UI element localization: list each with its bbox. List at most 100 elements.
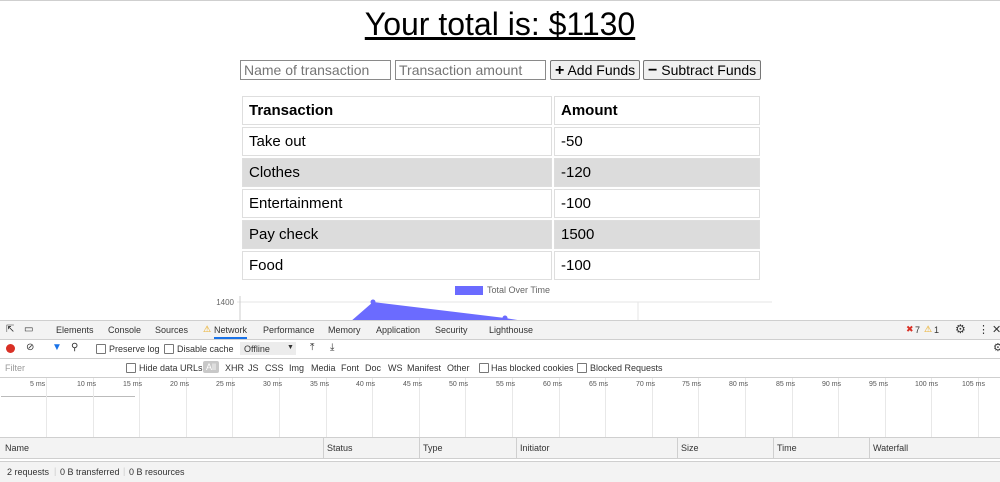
timeline-gridline	[46, 378, 47, 437]
hide-data-urls-checkbox[interactable]	[126, 362, 136, 373]
type-filter-media[interactable]: Media	[311, 363, 336, 373]
plus-icon: +	[555, 62, 565, 79]
network-filterbar: Filter Hide data URLs All XHR JS CSS Img…	[0, 359, 1000, 378]
type-filter-manifest[interactable]: Manifest	[407, 363, 441, 373]
type-filter-doc[interactable]: Doc	[365, 363, 381, 373]
timeline-tick-label: 40 ms	[356, 381, 376, 388]
type-filter-font[interactable]: Font	[341, 363, 359, 373]
disable-cache-label: Disable cache	[177, 344, 234, 354]
blocked-requests-checkbox[interactable]	[577, 362, 587, 373]
subtract-funds-button[interactable]: − Subtract Funds	[643, 60, 762, 80]
timeline-tick-label: 35 ms	[310, 381, 330, 388]
table-row: Entertainment -100	[242, 189, 760, 218]
column-type[interactable]: Type	[423, 443, 443, 453]
column-size[interactable]: Size	[681, 443, 699, 453]
tab-console[interactable]: Console	[108, 325, 141, 335]
error-count[interactable]: 7	[915, 325, 920, 335]
timeline-tick-label: 75 ms	[682, 381, 702, 388]
timeline-tick-label: 65 ms	[589, 381, 609, 388]
column-initiator[interactable]: Initiator	[520, 443, 550, 453]
timeline-tick-label: 70 ms	[636, 381, 656, 388]
timeline-tick-label: 55 ms	[496, 381, 516, 388]
device-toggle-icon[interactable]: ▭	[24, 324, 33, 335]
preserve-log-label: Preserve log	[109, 344, 160, 354]
column-divider	[773, 438, 774, 458]
filter-input[interactable]: Filter	[5, 363, 25, 373]
record-icon[interactable]	[6, 344, 15, 353]
type-filter-css[interactable]: CSS	[265, 363, 284, 373]
type-filter-all[interactable]: All	[203, 361, 220, 373]
type-filter-other[interactable]: Other	[447, 363, 470, 373]
total-over-time-chart: 1400	[216, 296, 772, 322]
timeline-tick-label: 95 ms	[869, 381, 889, 388]
tab-memory[interactable]: Memory	[328, 325, 361, 335]
network-overview-timeline[interactable]: 5 ms 10 ms 15 ms 20 ms 25 ms 30 ms 35 ms 40 ms 4…	[0, 378, 1000, 438]
timeline-tick-label: 10 ms	[77, 381, 97, 388]
request-table-header: Name Status Type Initiator Size Time Wat…	[0, 438, 1000, 459]
table-row: Clothes -120	[242, 158, 760, 187]
tab-security[interactable]: Security	[435, 325, 468, 335]
throttle-select[interactable]: Offline ▼	[240, 342, 296, 355]
column-status[interactable]: Status	[327, 443, 353, 453]
inspect-icon[interactable]: ⇱	[6, 324, 14, 335]
type-filter-img[interactable]: Img	[289, 363, 304, 373]
close-icon[interactable]: ✕	[992, 323, 1000, 336]
legend-label: Total Over Time	[487, 285, 551, 295]
transaction-name-input[interactable]	[240, 60, 391, 80]
timeline-tick-label: 50 ms	[449, 381, 469, 388]
status-divider: |	[123, 466, 126, 476]
type-filter-ws[interactable]: WS	[388, 363, 403, 373]
transaction-amount-input[interactable]	[395, 60, 546, 80]
tab-lighthouse[interactable]: Lighthouse	[489, 325, 533, 335]
tab-elements[interactable]: Elements	[56, 325, 94, 335]
table-row: Pay check 1500	[242, 220, 760, 249]
has-blocked-cookies-checkbox[interactable]	[479, 362, 489, 373]
devtools-panel: ⇱ ▭ Elements Console Sources ⚠ Network P…	[0, 320, 1000, 482]
tab-sources[interactable]: Sources	[155, 325, 188, 335]
status-divider: |	[54, 466, 57, 476]
transferred-size: 0 B transferred	[60, 467, 120, 477]
timeline-tick-label: 60 ms	[543, 381, 563, 388]
table-row: Take out -50	[242, 127, 760, 156]
chart-legend: Total Over Time	[455, 285, 550, 295]
filter-icon[interactable]: ▼	[52, 342, 62, 353]
timeline-tick-label: 45 ms	[403, 381, 423, 388]
transaction-name: Food	[242, 251, 552, 280]
tab-application[interactable]: Application	[376, 325, 420, 335]
timeline-tick-label: 30 ms	[263, 381, 283, 388]
column-name[interactable]: Name	[5, 443, 29, 453]
import-icon[interactable]: ⤒	[310, 342, 314, 353]
table-row: Food -100	[242, 251, 760, 280]
type-filter-js[interactable]: JS	[248, 363, 259, 373]
timeline-tick-label: 20 ms	[170, 381, 190, 388]
network-status-bar: 2 requests | 0 B transferred | 0 B resou…	[0, 461, 1000, 482]
subtract-funds-label: Subtract Funds	[661, 62, 757, 78]
preserve-log-checkbox[interactable]	[96, 343, 106, 354]
page-title: Your total is: $1130	[364, 6, 636, 42]
disable-cache-checkbox[interactable]	[164, 343, 174, 354]
timeline-tick-label: 105 ms	[962, 381, 985, 388]
clear-icon[interactable]: ⊘	[26, 342, 34, 353]
chevron-down-icon: ▼	[287, 344, 294, 351]
warning-count[interactable]: 1	[934, 325, 939, 335]
network-settings-icon[interactable]: ⚙	[993, 341, 1000, 354]
column-time[interactable]: Time	[777, 443, 797, 453]
search-icon[interactable]: ⚲	[71, 342, 78, 353]
settings-gear-icon[interactable]: ⚙	[955, 322, 966, 336]
hide-data-urls-label: Hide data URLs	[139, 363, 203, 373]
column-divider	[516, 438, 517, 458]
header-amount: Amount	[554, 96, 760, 125]
data-point	[370, 299, 376, 305]
timeline-tick-label: 15 ms	[123, 381, 143, 388]
more-options-icon[interactable]: ⋮	[978, 323, 989, 336]
column-waterfall[interactable]: Waterfall	[873, 443, 908, 453]
tab-performance[interactable]: Performance	[263, 325, 315, 335]
add-funds-button[interactable]: + Add Funds	[550, 60, 641, 80]
export-icon[interactable]: ⤓	[330, 342, 334, 353]
transaction-amount: 1500	[554, 220, 760, 249]
transaction-name: Entertainment	[242, 189, 552, 218]
column-divider	[677, 438, 678, 458]
type-filter-xhr[interactable]: XHR	[225, 363, 244, 373]
transactions-table: Transaction Amount Take out -50 Clothes …	[240, 94, 762, 282]
tab-network[interactable]: Network	[214, 325, 248, 339]
